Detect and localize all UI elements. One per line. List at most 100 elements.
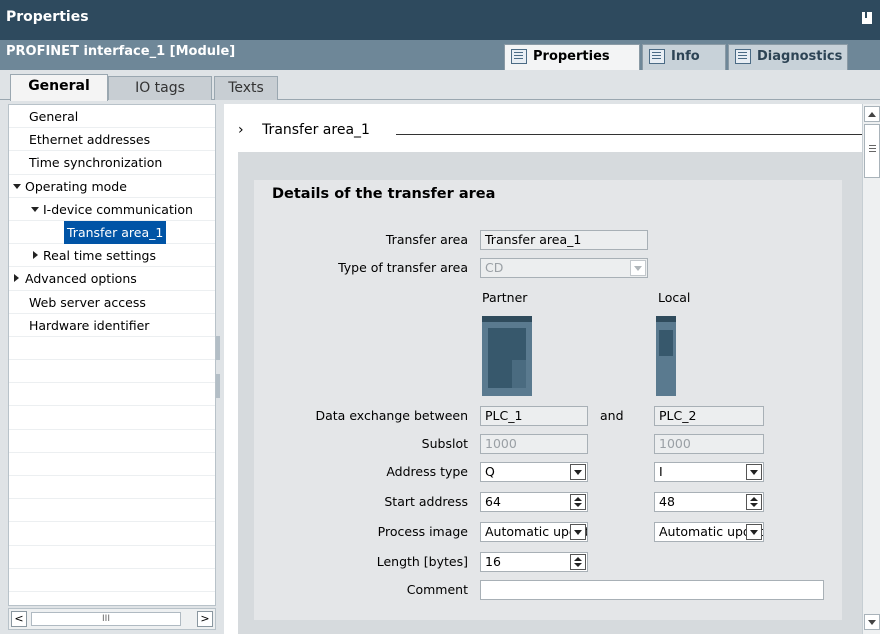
navigation-tree: General Ethernet addresses Time synchron…	[8, 104, 216, 606]
type-value: CD	[485, 260, 504, 275]
panel-splitter[interactable]	[216, 104, 224, 634]
section-title: Transfer area_1	[262, 122, 370, 138]
sub-tab-bar: General IO tags Texts	[0, 70, 880, 101]
empty-row	[9, 522, 215, 546]
partner-plc-field[interactable]: PLC_1	[480, 406, 588, 426]
nav-item-operating-mode[interactable]: Operating mode	[9, 175, 215, 198]
process-image-label: Process image	[377, 524, 468, 539]
dropdown-arrow-icon[interactable]	[570, 464, 586, 480]
tab-info[interactable]: Info	[642, 44, 726, 70]
module-name: PROFINET interface_1 [Module]	[6, 44, 236, 59]
spinner-icon[interactable]	[746, 494, 762, 510]
dropdown-arrow-icon[interactable]	[570, 524, 586, 540]
content-vertical-scrollbar[interactable]	[862, 104, 880, 634]
scroll-left-button[interactable]: <	[11, 611, 27, 627]
local-plc-field[interactable]: PLC_2	[654, 406, 764, 426]
dropdown-arrow-icon[interactable]	[746, 464, 762, 480]
local-start-address-value: 48	[659, 494, 675, 509]
empty-row	[9, 476, 215, 500]
module-bar: PROFINET interface_1 [Module] Properties…	[0, 40, 880, 70]
details-panel-title: Details of the transfer area	[272, 186, 496, 202]
empty-row	[9, 453, 215, 476]
tab-texts[interactable]: Texts	[214, 76, 278, 100]
scroll-down-button[interactable]	[864, 614, 880, 630]
empty-row	[9, 569, 215, 592]
empty-row	[9, 430, 215, 453]
local-plc-image	[656, 316, 676, 396]
empty-row	[9, 360, 215, 384]
tab-general[interactable]: General	[10, 74, 108, 101]
tab-io-tags[interactable]: IO tags	[108, 76, 212, 100]
length-label: Length [bytes]	[376, 554, 468, 569]
empty-row	[9, 406, 215, 430]
content-area: › Transfer area_1 Details of the transfe…	[224, 104, 862, 634]
and-label: and	[600, 408, 624, 423]
spinner-icon[interactable]	[570, 554, 586, 570]
tab-properties[interactable]: Properties	[504, 44, 640, 70]
comment-field[interactable]	[480, 580, 824, 600]
expand-right-handle[interactable]	[216, 374, 220, 398]
nav-item-ethernet-addresses[interactable]: Ethernet addresses	[9, 128, 215, 152]
section-divider	[396, 134, 862, 135]
chevron-right-icon: ›	[238, 122, 244, 138]
nav-item-time-synchronization[interactable]: Time synchronization	[9, 151, 215, 175]
nav-item-i-device-communication[interactable]: I-device communication	[9, 198, 215, 221]
section-header[interactable]: › Transfer area_1	[238, 122, 370, 138]
tab-diagnostics-label: Diagnostics	[757, 49, 843, 64]
dropdown-arrow-icon[interactable]	[630, 260, 646, 276]
partner-start-address-field[interactable]: 64	[480, 492, 588, 512]
collapse-arrow-icon[interactable]	[33, 251, 38, 260]
empty-row	[9, 592, 215, 605]
partner-start-address-value: 64	[485, 494, 501, 509]
expand-arrow-icon[interactable]	[31, 206, 39, 212]
length-value: 16	[485, 554, 501, 569]
empty-row	[9, 383, 215, 407]
transfer-area-field[interactable]: Transfer area_1	[480, 230, 648, 250]
tab-properties-label: Properties	[533, 49, 610, 64]
spinner-icon[interactable]	[570, 494, 586, 510]
nav-item-general[interactable]: General	[9, 105, 215, 129]
partner-subslot-field[interactable]: 1000	[480, 434, 588, 454]
diagnostics-icon	[735, 49, 751, 64]
dropdown-arrow-icon[interactable]	[746, 524, 762, 540]
scroll-thumb[interactable]	[864, 124, 880, 178]
nav-item-advanced-options[interactable]: Advanced options	[9, 267, 215, 291]
transfer-area-label: Transfer area	[385, 232, 468, 247]
data-exchange-label: Data exchange between	[315, 408, 469, 423]
tab-diagnostics[interactable]: Diagnostics	[728, 44, 848, 70]
partner-address-type-value: Q	[485, 464, 495, 479]
partner-column-title: Partner	[482, 290, 528, 305]
type-of-transfer-area-select[interactable]: CD	[480, 258, 648, 278]
nav-item-web-server-access[interactable]: Web server access	[9, 291, 215, 314]
empty-row	[9, 546, 215, 569]
local-address-type-select[interactable]: I	[654, 462, 764, 482]
partner-address-type-select[interactable]: Q	[480, 462, 588, 482]
nav-item-real-time-settings[interactable]: Real time settings	[9, 244, 215, 268]
start-address-label: Start address	[384, 494, 468, 509]
scroll-right-button[interactable]: >	[197, 611, 213, 627]
subslot-label: Subslot	[421, 436, 468, 451]
scroll-up-button[interactable]	[864, 106, 880, 122]
expand-arrow-icon[interactable]	[13, 183, 21, 189]
local-subslot-field[interactable]: 1000	[654, 434, 764, 454]
partner-process-image-select[interactable]: Automatic update	[480, 522, 588, 542]
partner-plc-image	[482, 316, 532, 396]
collapse-left-handle[interactable]	[216, 336, 220, 360]
collapse-arrow-icon[interactable]	[14, 274, 19, 283]
empty-row	[9, 499, 215, 523]
tab-info-label: Info	[671, 49, 700, 64]
length-field[interactable]: 16	[480, 552, 588, 572]
type-of-transfer-area-label: Type of transfer area	[338, 260, 468, 275]
address-type-label: Address type	[386, 464, 468, 479]
comment-label: Comment	[406, 582, 468, 597]
local-start-address-field[interactable]: 48	[654, 492, 764, 512]
empty-row	[9, 337, 215, 361]
local-column-title: Local	[658, 290, 691, 305]
nav-horizontal-scrollbar[interactable]: < III >	[8, 608, 216, 630]
local-process-image-select[interactable]: Automatic update	[654, 522, 764, 542]
pin-icon[interactable]	[862, 12, 872, 24]
nav-item-transfer-area-1[interactable]: Transfer area_1	[9, 220, 215, 245]
scroll-thumb[interactable]: III	[31, 612, 181, 626]
window-title: Properties	[6, 9, 89, 25]
nav-item-hardware-identifier[interactable]: Hardware identifier	[9, 314, 215, 337]
